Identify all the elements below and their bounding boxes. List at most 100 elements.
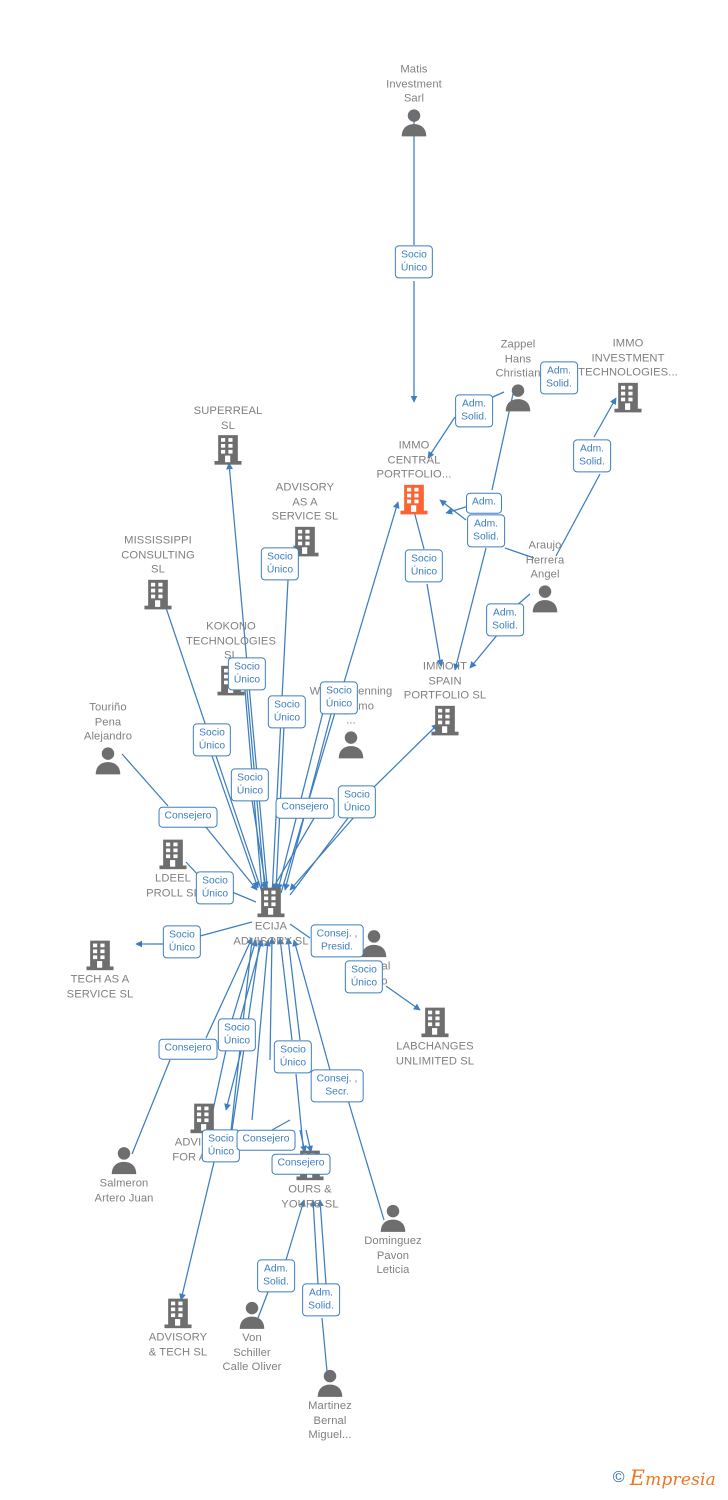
edge-tag15-ecija: [271, 807, 321, 891]
graph-node-immo_central[interactable]: IMMO CENTRAL PORTFOLIO...: [359, 439, 469, 516]
edge-tag6-immoit: [453, 547, 487, 671]
watermark: © Empresia: [613, 1466, 716, 1490]
relation-tag-t28[interactable]: Consejero: [271, 1153, 331, 1175]
edge-tag24-ecija: [277, 937, 293, 1041]
relation-tag-t24[interactable]: Socio Único: [273, 1040, 313, 1074]
relation-tag-t9[interactable]: Socio Único: [260, 547, 300, 581]
graph-node-tourino[interactable]: Touriño Pena Alejandro: [53, 701, 163, 776]
building-icon: [163, 1297, 193, 1329]
edge-tag16b-ecija: [289, 815, 356, 891]
person-icon: [315, 1368, 345, 1398]
relation-tag-t13[interactable]: Socio Único: [192, 723, 232, 757]
graph-node-martinez[interactable]: Martinez Bernal Miguel...: [275, 1367, 385, 1443]
brand-name: Empresia: [629, 1466, 716, 1490]
relation-tag-t20[interactable]: Consej. , Presid.: [310, 924, 364, 958]
edge-tag24b-ecija: [285, 937, 301, 1041]
person-icon: [503, 382, 533, 412]
person-icon: [399, 107, 429, 137]
relation-tag-t4[interactable]: Adm. Solid.: [573, 439, 611, 473]
building-icon: [420, 1006, 450, 1038]
node-label-advisory_aas: ADVISORY AS A SERVICE SL: [271, 481, 339, 523]
node-label-superreal: SUPERREAL SL: [193, 404, 263, 432]
person-icon: [359, 928, 389, 958]
building-icon: [213, 434, 243, 466]
relation-tag-t5[interactable]: Adm.: [465, 492, 503, 514]
node-label-labchanges: LABCHANGES UNLIMITED SL: [395, 1040, 475, 1067]
graph-node-superreal[interactable]: SUPERREAL SL: [173, 404, 283, 466]
graph-node-dominguez[interactable]: Dominguez Pavon Leticia: [338, 1202, 448, 1278]
relation-tag-t30[interactable]: Adm. Solid.: [302, 1283, 340, 1317]
edge-tag27-link: [271, 1119, 291, 1131]
building-icon: [158, 838, 188, 870]
edge-tag26-advtech: [179, 1161, 215, 1301]
building-icon: [143, 578, 173, 610]
building-icon: [256, 886, 286, 918]
relation-tag-t25[interactable]: Consej. , Secr.: [310, 1069, 364, 1103]
relation-tag-t22[interactable]: Consejero: [158, 1038, 218, 1060]
relation-tag-t27[interactable]: Consejero: [236, 1129, 296, 1151]
edge-tag7-immoit: [426, 583, 444, 667]
relation-tag-t3[interactable]: Adm. Solid.: [455, 394, 493, 428]
relation-tag-t14[interactable]: Socio Único: [230, 768, 270, 802]
relation-tag-t15[interactable]: Consejero: [275, 797, 335, 819]
edge-tag14-ecija: [251, 799, 269, 889]
node-label-dominguez: Dominguez Pavon Leticia: [364, 1235, 422, 1277]
edge-tag30-oursyours: [309, 1199, 319, 1285]
node-label-ecija: ECIJA ADVISORY SL: [233, 920, 309, 947]
graph-node-labchanges[interactable]: LABCHANGES UNLIMITED SL: [380, 1005, 490, 1068]
person-icon: [109, 1145, 139, 1175]
relation-tag-t19[interactable]: Socio Único: [162, 925, 202, 959]
node-label-mississippi: MISSISSIPPI CONSULTING SL: [121, 534, 195, 576]
node-label-tech_aas: TECH AS A SERVICE SL: [66, 973, 134, 1000]
node-label-matis: Matis Investment Sarl: [386, 63, 442, 105]
graph-node-araujo[interactable]: Araujo Herrera Angel: [490, 539, 600, 614]
node-label-ours_yours: OURS & YOURS SL: [281, 1183, 339, 1210]
relation-tag-t16[interactable]: Socio Único: [337, 785, 377, 819]
graph-node-immo_invest[interactable]: IMMO INVESTMENT TECHNOLOGIES...: [573, 337, 683, 414]
relation-tag-t17[interactable]: Consejero: [158, 806, 218, 828]
edge-fan-1: [268, 937, 276, 1061]
node-label-araujo: Araujo Herrera Angel: [525, 539, 565, 581]
node-label-immo_it: IMMO IT SPAIN PORTFOLIO SL: [403, 660, 487, 702]
edge-tag23-ecija: [239, 939, 264, 1021]
node-label-salmeron: Salmeron Artero Juan: [94, 1177, 154, 1204]
relation-tag-t7[interactable]: Socio Único: [404, 549, 444, 583]
node-label-immo_invest: IMMO INVESTMENT TECHNOLOGIES...: [578, 337, 678, 379]
person-icon: [237, 1300, 267, 1330]
edge-tag23b-ecija: [231, 939, 258, 1021]
building-icon: [430, 704, 460, 736]
relation-tag-t8[interactable]: Adm. Solid.: [486, 603, 524, 637]
building-icon-focus: [399, 483, 429, 515]
node-label-tourino: Touriño Pena Alejandro: [83, 701, 133, 743]
relation-tag-t10[interactable]: Socio Único: [227, 657, 267, 691]
graph-node-advisory_aas[interactable]: ADVISORY AS A SERVICE SL: [250, 481, 360, 558]
edge-tag30b-oursyours: [317, 1199, 327, 1285]
relation-tag-t29[interactable]: Adm. Solid.: [257, 1259, 295, 1293]
edge-ecija-tag16: [289, 817, 349, 896]
node-label-ldeel: LDEEL PROLL SL: [146, 872, 200, 899]
relation-tag-t6[interactable]: Adm. Solid.: [467, 514, 505, 548]
relation-tag-t18[interactable]: Socio Único: [195, 871, 235, 905]
relation-tag-t12[interactable]: Socio Único: [319, 681, 359, 715]
person-icon: [530, 583, 560, 613]
graph-node-tech_aas[interactable]: TECH AS A SERVICE SL: [45, 938, 155, 1001]
graph-node-immo_it[interactable]: IMMO IT SPAIN PORTFOLIO SL: [390, 660, 500, 737]
building-icon: [85, 939, 115, 971]
building-icon: [613, 381, 643, 413]
graph-node-von_schiller[interactable]: Von Schiller Calle Oliver: [197, 1299, 307, 1375]
copyright-icon: ©: [612, 1469, 625, 1486]
person-icon: [93, 745, 123, 775]
relation-tag-t2[interactable]: Adm. Solid.: [540, 361, 578, 395]
node-label-von_schiller: Von Schiller Calle Oliver: [222, 1332, 282, 1374]
corporate-network-diagram: Matis Investment Sarl IMMO CENTRAL PORTFO…: [0, 0, 728, 1500]
relation-tag-t21[interactable]: Socio Único: [344, 960, 384, 994]
person-icon: [378, 1203, 408, 1233]
relation-tag-t1[interactable]: Socio Único: [394, 245, 434, 279]
relation-tag-t11[interactable]: Socio Único: [267, 695, 307, 729]
relation-tag-t26[interactable]: Socio Único: [201, 1129, 241, 1163]
graph-node-mississippi[interactable]: MISSISSIPPI CONSULTING SL: [103, 534, 213, 611]
relation-tag-t23[interactable]: Socio Único: [217, 1018, 257, 1052]
graph-node-matis[interactable]: Matis Investment Sarl: [359, 63, 469, 138]
node-label-martinez: Martinez Bernal Miguel...: [308, 1400, 352, 1442]
graph-node-salmeron[interactable]: Salmeron Artero Juan: [69, 1144, 179, 1205]
